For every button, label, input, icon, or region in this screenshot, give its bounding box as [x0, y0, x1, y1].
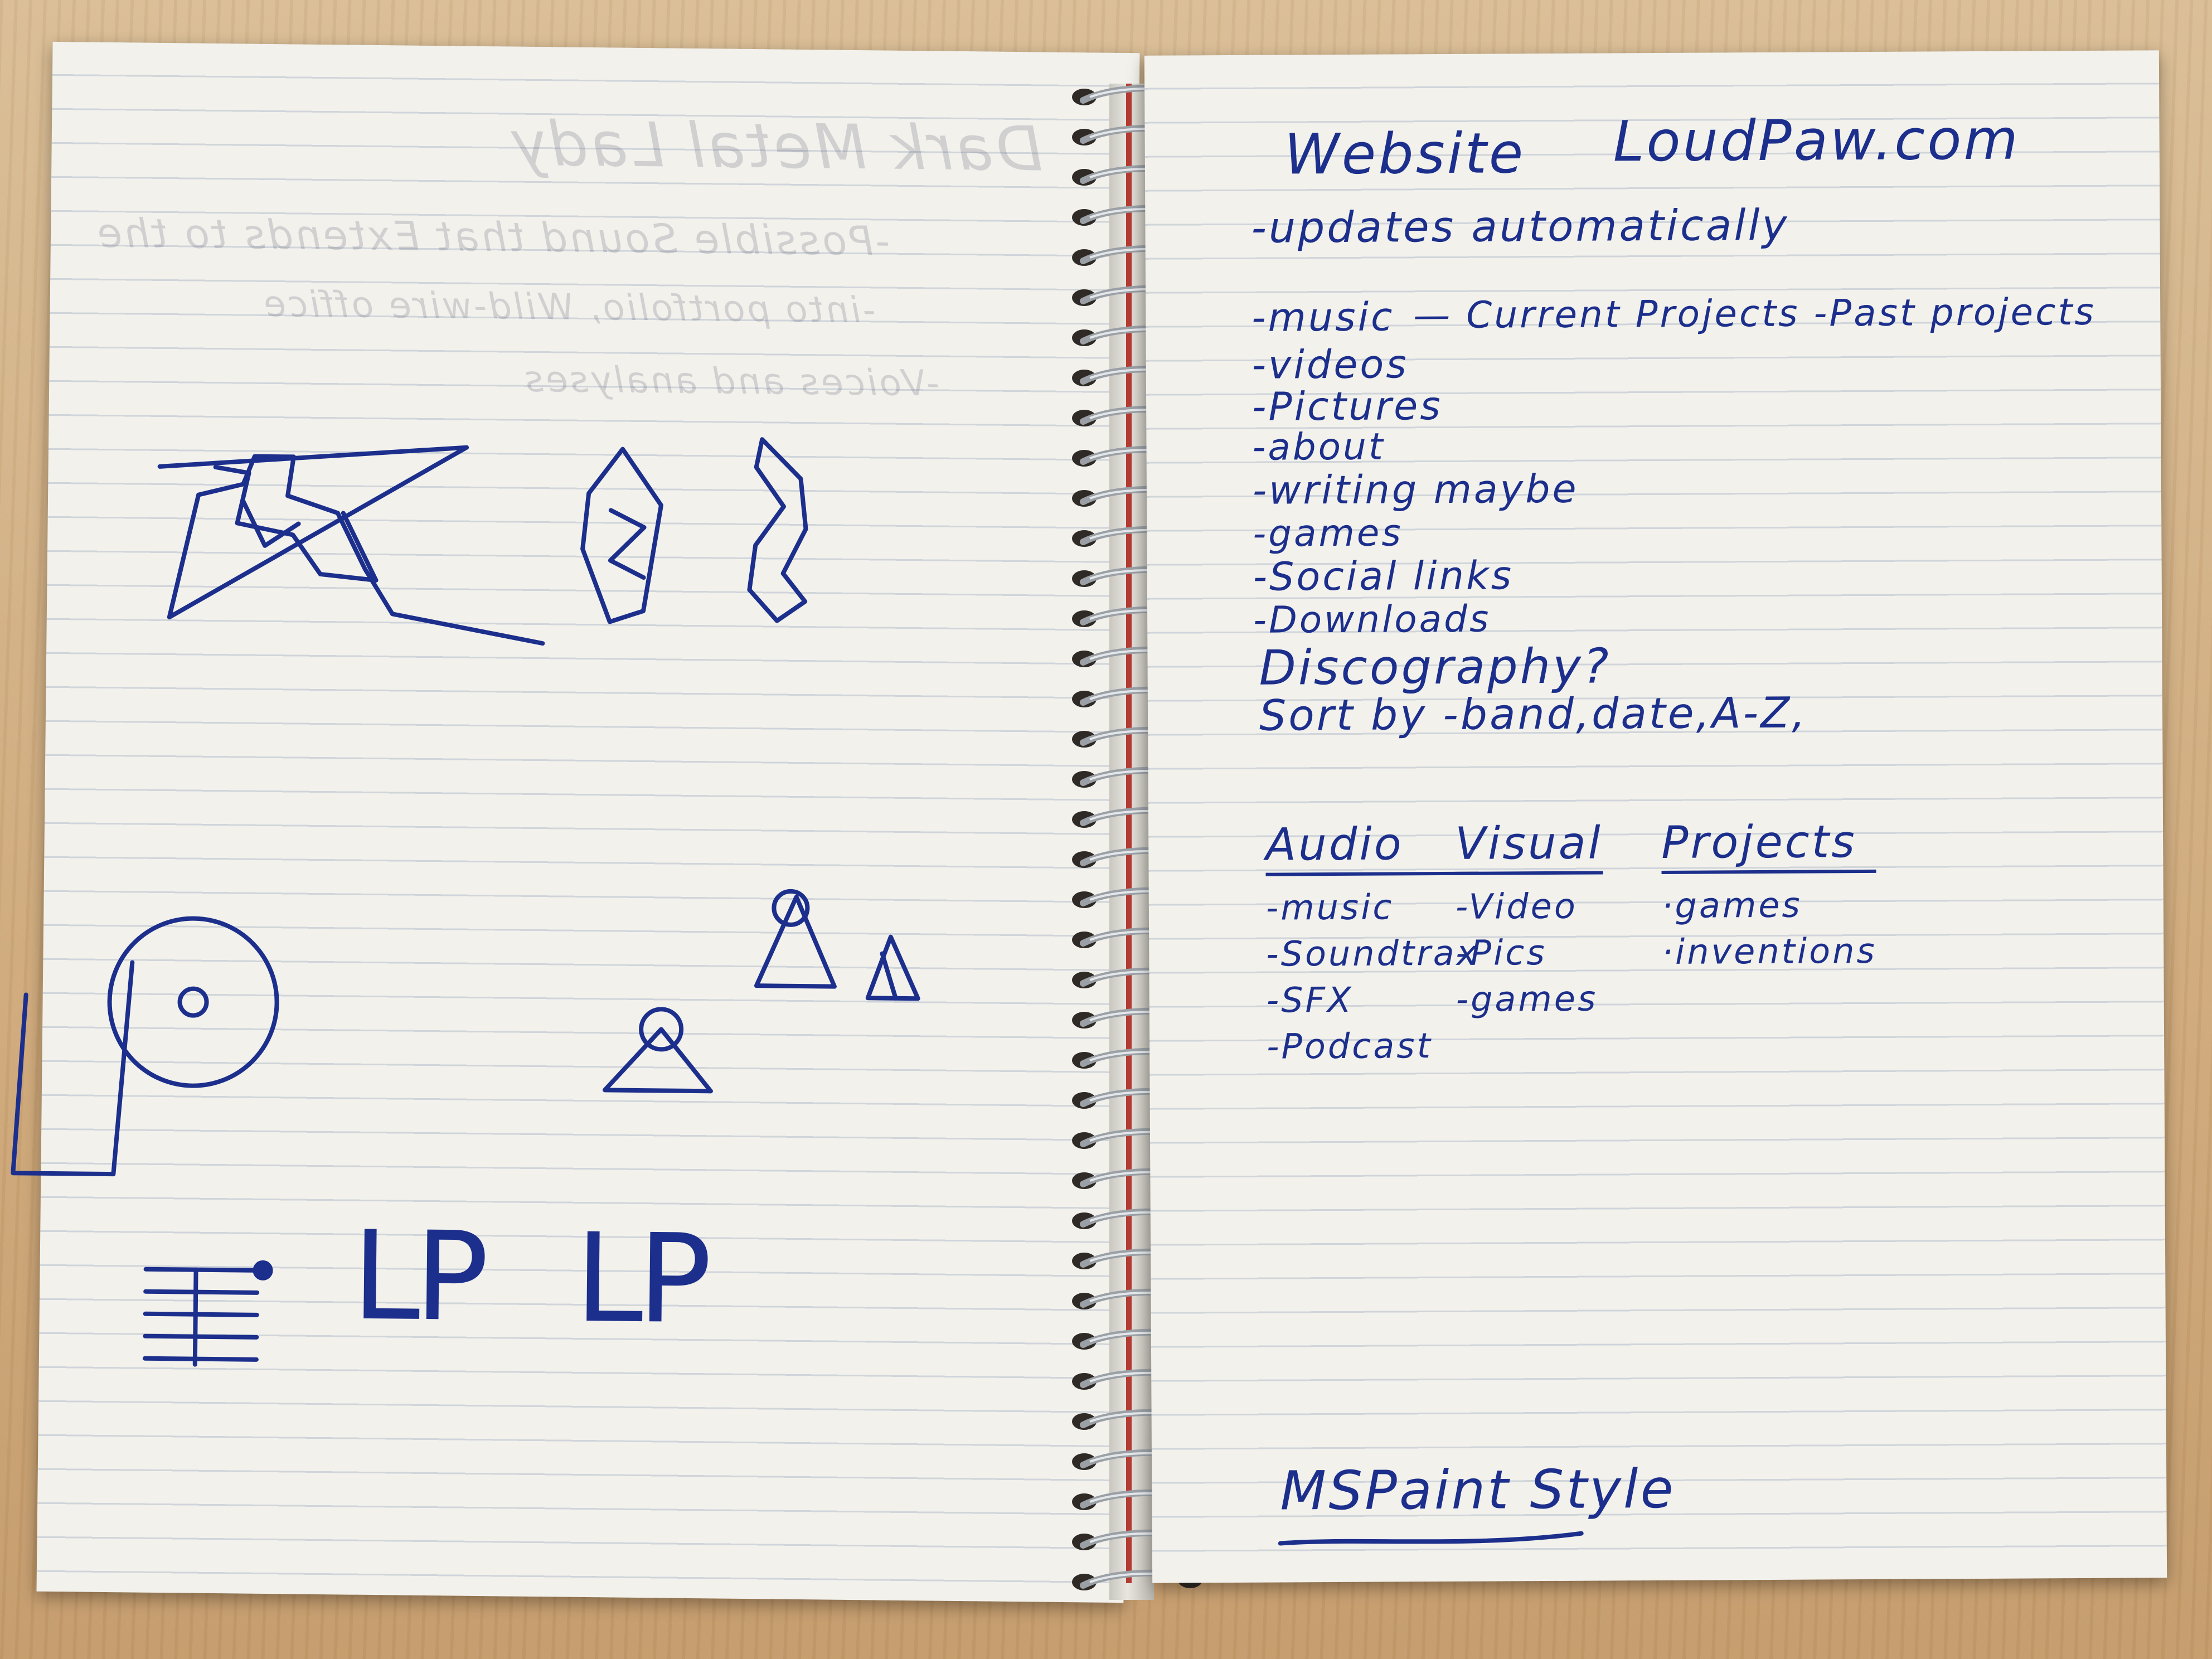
footer-mspaint-style: MSPaint Style: [1280, 1457, 1676, 1522]
note-updates: -updates automatically: [1251, 200, 1789, 253]
squiggle-glyph-sketch: [747, 437, 808, 623]
visual-item: -games: [1456, 978, 1598, 1020]
note-about: -about: [1252, 425, 1385, 469]
right-notebook-page: Website LoudPaw.com -updates automatical…: [1144, 50, 2167, 1583]
staff-lines-sketch: [142, 1260, 273, 1367]
circle-p-logo-sketch: [11, 916, 279, 1177]
column-audio: Audio -music -Soundtrax -SFX -Podcast: [1265, 817, 1479, 1067]
column-projects: Projects ·games ·inventions: [1661, 815, 1877, 972]
spine-red-edge: [1126, 84, 1132, 1583]
note-music: -music: [1251, 294, 1395, 341]
triangle-figure-sketch: [754, 889, 837, 989]
projects-item: ·inventions: [1662, 930, 1877, 972]
note-pictures: -Pictures: [1251, 382, 1443, 430]
lp-monogram-right: LP: [574, 1206, 707, 1351]
bleed-through-line-1: Dark Metal Lady: [508, 108, 1044, 185]
domain-heading: LoudPaw.com: [1613, 106, 2021, 174]
column-heading-audio: Audio: [1265, 817, 1479, 876]
note-projects: — Current Projects -Past projects: [1413, 290, 2096, 337]
column-heading-visual: Visual: [1455, 817, 1603, 875]
left-notebook-page: Dark Metal Lady -Possible Sound that Ext…: [11, 41, 1140, 1603]
column-heading-projects: Projects: [1661, 815, 1876, 874]
bleed-through-line-4: -Voices and analyses: [522, 358, 940, 405]
bleed-through-line-3: -into portfolio, Wild-wire office: [261, 283, 876, 332]
projects-item: ·games: [1661, 884, 1802, 926]
small-triangle-sketch: [865, 934, 920, 1001]
lp-monogram-middle: LP: [351, 1204, 484, 1349]
note-games: -games: [1253, 511, 1403, 555]
hanger-triangle-sketch: [602, 1007, 713, 1094]
audio-item: -SFX: [1266, 979, 1354, 1021]
column-visual: Visual -Video -Pics -games: [1455, 817, 1603, 1020]
note-downloads: -Downloads: [1253, 597, 1491, 642]
diamond-glyph-sketch: [580, 447, 663, 624]
audio-item: -Podcast: [1266, 1025, 1433, 1067]
note-discography: Discography?: [1259, 638, 1611, 696]
audio-item: -Soundtrax: [1266, 932, 1479, 974]
note-writing: -writing maybe: [1252, 465, 1579, 513]
note-sort-by: Sort by -band,date,A-Z,: [1259, 687, 1808, 740]
bleed-through-line-2: -Possible Sound that Extends to the: [95, 209, 891, 265]
audio-item: -music: [1265, 886, 1394, 928]
footer-underline: [1278, 1531, 1584, 1546]
graffiti-lp-sketch: [157, 445, 545, 646]
note-social-links: -Social links: [1253, 552, 1514, 600]
visual-item: -Video: [1455, 885, 1578, 927]
website-heading: Website: [1284, 120, 1526, 187]
note-videos: -videos: [1251, 341, 1409, 388]
visual-item: -Pics: [1456, 932, 1547, 973]
